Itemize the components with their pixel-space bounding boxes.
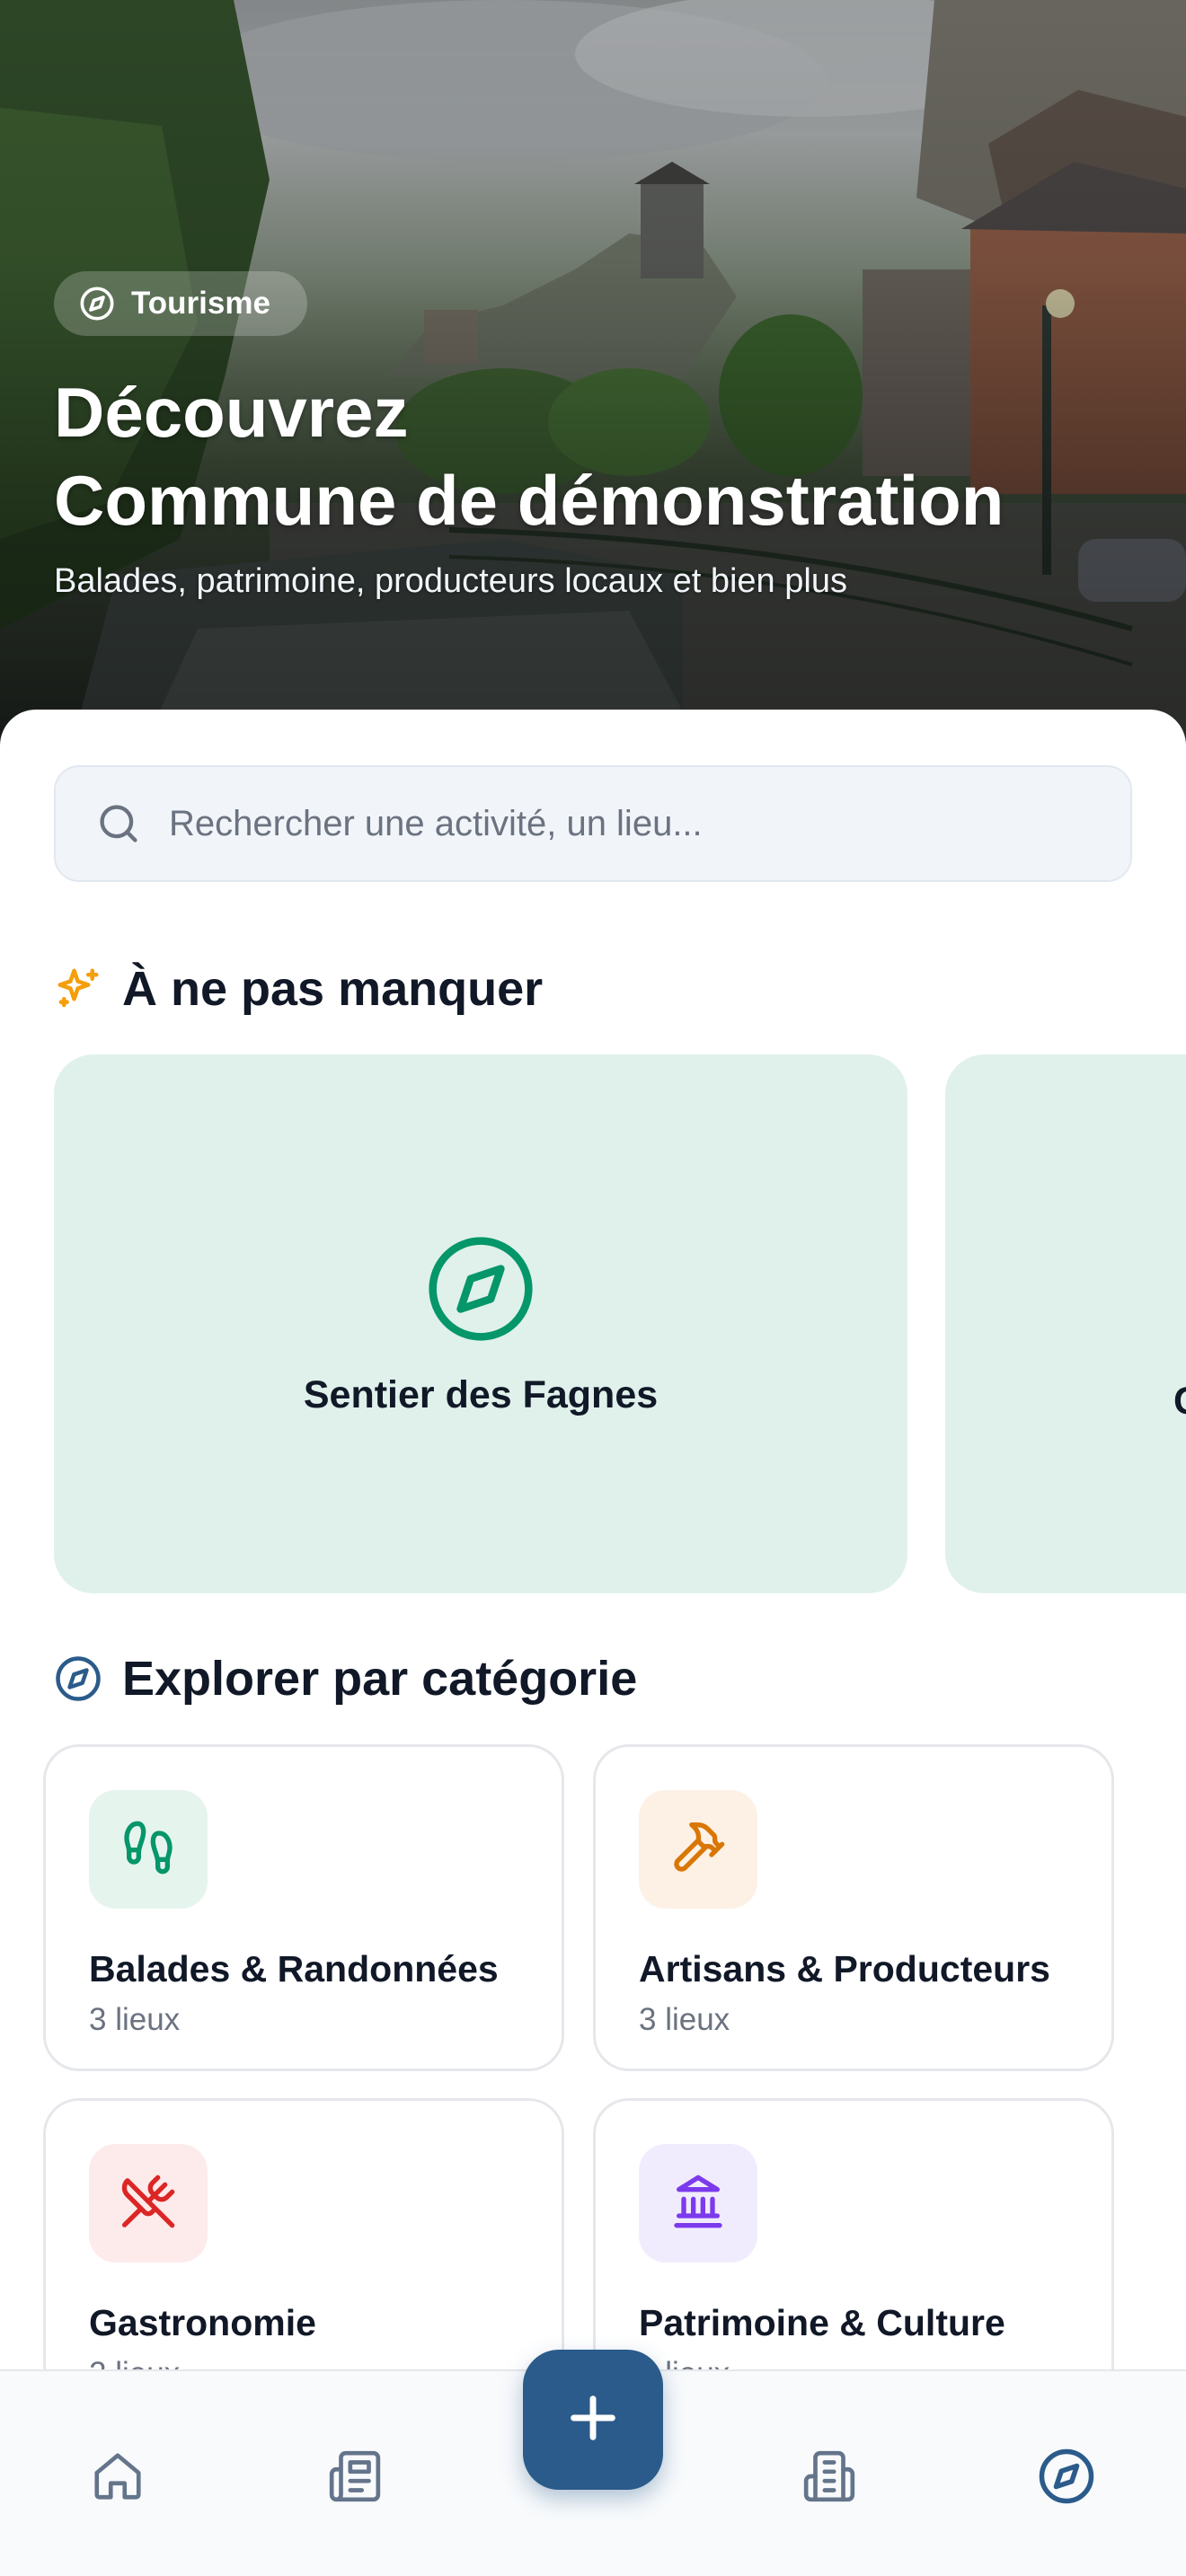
featured-title: À ne pas manquer [122,962,544,1016]
category-name: Artisans & Producteurs [639,1948,1050,1989]
category-icon-box [639,2144,757,2263]
footprints-icon [119,1819,177,1881]
plus-icon [564,2389,622,2451]
compass-icon [54,1654,102,1703]
featured-card[interactable]: Sentier des Fagnes [54,1054,907,1593]
hero-title-line-2: Commune de démonstration [54,461,1005,540]
search-icon [95,800,142,847]
category-name: Patrimoine & Culture [639,2302,1005,2343]
featured-card[interactable]: C [945,1054,1186,1593]
home-icon [90,2448,146,2509]
category-count: 3 lieux [639,2002,730,2037]
category-icon-box [639,1790,757,1909]
compass-icon [423,1231,538,1346]
category-card-balades[interactable]: Balades & Randonnées 3 lieux [43,1744,564,2071]
category-icon-box [89,2144,208,2263]
nav-home[interactable] [68,2429,167,2527]
search-input[interactable]: Rechercher une activité, un lieu... [54,765,1132,882]
nav-news[interactable] [305,2429,404,2527]
add-button[interactable] [523,2350,663,2490]
sparkles-icon [54,965,102,1013]
search-placeholder: Rechercher une activité, un lieu... [169,803,703,843]
featured-carousel[interactable]: Sentier des Fagnes C [0,1054,1186,1593]
compass-icon [79,286,115,322]
building-icon [801,2448,857,2509]
compass-icon [1037,2447,1096,2510]
hero-title-line-1: Découvrez [54,373,409,452]
screen: Tourisme Découvrez Commune de démonstrat… [0,0,1186,2576]
newspaper-icon [327,2448,383,2509]
landmark-icon [669,2173,727,2235]
featured-section-title: À ne pas manquer [54,961,543,1017]
badge-label: Tourisme [131,286,270,321]
categories-title: Explorer par catégorie [122,1652,638,1706]
category-icon-box [89,1790,208,1909]
category-name: Balades & Randonnées [89,1948,499,1989]
category-card-artisans[interactable]: Artisans & Producteurs 3 lieux [593,1744,1114,2071]
category-count: 3 lieux [89,2002,181,2037]
categories-section-title: Explorer par catégorie [54,1651,637,1707]
category-name: Gastronomie [89,2302,316,2343]
nav-tourism[interactable] [1017,2429,1116,2527]
hammer-icon [669,1819,727,1881]
hero-banner: Tourisme Découvrez Commune de démonstrat… [0,0,1186,745]
hero-subtitle: Balades, patrimoine, producteurs locaux … [54,562,847,600]
utensils-crossed-icon [119,2173,177,2235]
featured-card-title: C [1173,1380,1186,1424]
featured-card-title: Sentier des Fagnes [303,1372,659,1416]
category-badge: Tourisme [54,271,307,336]
nav-directory[interactable] [780,2429,879,2527]
hero-title: Découvrez Commune de démonstration [54,368,1150,544]
